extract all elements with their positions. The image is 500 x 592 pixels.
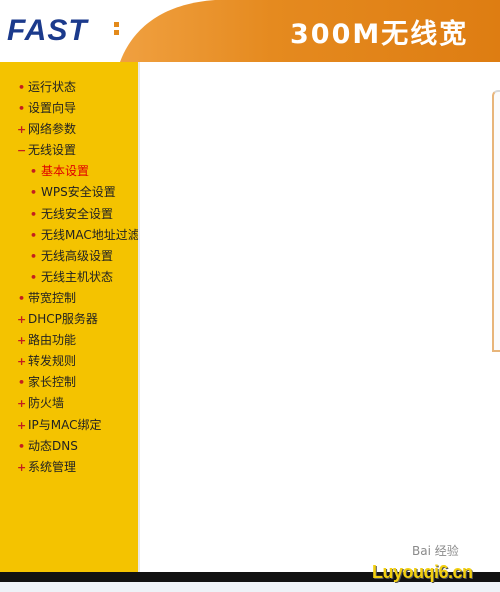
sidebar-item-label: 路由功能 (28, 333, 77, 348)
bullet-icon: • (29, 165, 38, 179)
main-content-frame (140, 62, 500, 572)
sidebar-item-label: 家长控制 (28, 375, 77, 390)
bullet-icon: • (29, 249, 38, 263)
menu-list: • 运行状态 • 设置向导 + 网络参数 − 无线设置 • 基本设置 • WPS安全设置 • 无线安全设置… (0, 77, 140, 478)
sidebar-item-label: 系统管理 (28, 459, 77, 474)
sidebar-item-0[interactable]: • 运行状态 (0, 77, 138, 98)
sidebar-item-label: 设置向导 (28, 101, 77, 116)
bullet-icon: • (17, 376, 26, 390)
bullet-icon: • (17, 81, 26, 94)
logo-dots-icon (114, 22, 120, 36)
settings-panel-edge (492, 90, 500, 352)
expand-plus-icon: + (17, 397, 27, 411)
sidebar-item-13[interactable]: + 转发规则 (0, 351, 138, 372)
sidebar-item-label: 网络参数 (28, 122, 77, 137)
sidebar-item-label: 带宽控制 (28, 290, 77, 305)
sidebar-item-label: 动态DNS (28, 438, 78, 453)
sidebar-item-1[interactable]: • 设置向导 (0, 98, 138, 119)
sidebar-item-5[interactable]: • WPS安全设置 (0, 182, 138, 203)
sidebar-item-16[interactable]: + IP与MAC绑定 (0, 415, 138, 436)
collapse-minus-icon: − (17, 144, 27, 158)
sidebar-item-2[interactable]: + 网络参数 (0, 119, 138, 140)
bullet-icon: • (17, 439, 26, 453)
sidebar-item-15[interactable]: + 防火墙 (0, 393, 138, 414)
header-banner: FAST 300M无线宽 (0, 0, 500, 62)
sidebar-item-label: 无线设置 (28, 143, 77, 158)
sidebar-item-label: 无线主机状态 (41, 269, 114, 284)
sidebar-item-9[interactable]: • 无线主机状态 (0, 267, 138, 288)
sidebar-item-14[interactable]: • 家长控制 (0, 372, 138, 393)
sidebar-menu: • 运行状态 • 设置向导 + 网络参数 − 无线设置 • 基本设置 • WPS安全设置 • 无线安全设置… (0, 62, 140, 572)
sidebar-item-11[interactable]: + DHCP服务器 (0, 309, 138, 330)
expand-plus-icon: + (17, 355, 27, 369)
watermark: Bai 经验 Luyouqi6.cn (372, 542, 500, 584)
sidebar-item-10[interactable]: • 带宽控制 (0, 288, 138, 309)
sidebar-item-12[interactable]: + 路由功能 (0, 330, 138, 351)
sidebar-item-7[interactable]: • 无线MAC地址过滤 (0, 225, 140, 246)
sidebar-item-label: 基本设置 (41, 164, 90, 179)
sidebar-item-4[interactable]: • 基本设置 (0, 161, 138, 182)
sidebar-item-label: DHCP服务器 (28, 312, 98, 327)
sidebar-item-label: 防火墙 (28, 396, 65, 411)
expand-plus-icon: + (17, 123, 27, 137)
sidebar-item-label: IP与MAC绑定 (28, 417, 102, 432)
sidebar-item-18[interactable]: + 系统管理 (0, 457, 138, 478)
sidebar-item-8[interactable]: • 无线高级设置 (0, 246, 138, 267)
product-title: 300M无线宽 (290, 19, 469, 50)
sidebar-item-label: WPS安全设置 (41, 185, 116, 200)
fast-logo: FAST (7, 14, 88, 47)
expand-plus-icon: + (17, 334, 27, 348)
bullet-icon: • (29, 228, 38, 242)
bullet-icon: • (17, 102, 26, 116)
sidebar-item-label: 无线安全设置 (41, 206, 114, 221)
bullet-icon: • (29, 207, 38, 221)
sidebar-item-label: 运行状态 (28, 80, 77, 94)
sidebar-item-label: 转发规则 (28, 354, 77, 369)
watermark-site-text: Luyouqi6.cn (372, 562, 473, 582)
bullet-icon: • (29, 270, 38, 284)
expand-plus-icon: + (17, 460, 27, 474)
sidebar-item-6[interactable]: • 无线安全设置 (0, 204, 138, 225)
sidebar-item-17[interactable]: • 动态DNS (0, 436, 138, 457)
expand-plus-icon: + (17, 418, 27, 432)
bullet-icon: • (29, 186, 38, 200)
sidebar-item-label: 无线MAC地址过滤 (41, 227, 140, 242)
watermark-baidu-text: Bai 经验 (412, 544, 459, 558)
sidebar-item-3[interactable]: − 无线设置 (0, 140, 138, 161)
expand-plus-icon: + (17, 313, 27, 327)
bullet-icon: • (17, 291, 26, 305)
sidebar-item-label: 无线高级设置 (41, 248, 114, 263)
